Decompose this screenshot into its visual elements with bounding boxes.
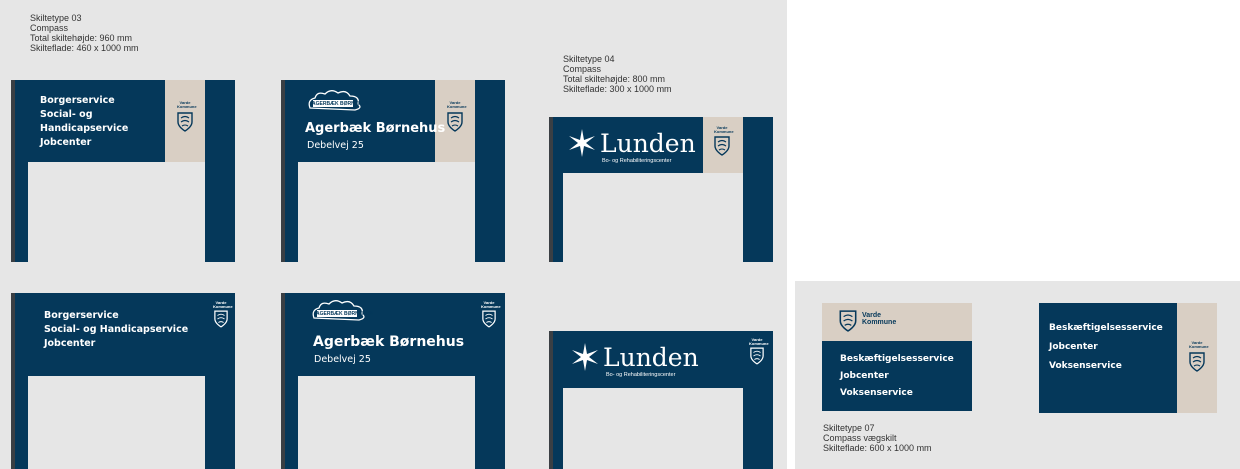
lunden-subtitle: Bo- og Rehabiliteringscenter	[606, 372, 676, 378]
varde-shield-icon	[482, 310, 496, 328]
kommune-label: Varde Kommune	[177, 100, 197, 109]
lunden-name: Lunden	[600, 129, 696, 158]
varde-shield-icon	[714, 136, 730, 156]
service-line: Borgerservice	[40, 95, 115, 106]
pole-left	[15, 376, 28, 469]
pole-right	[743, 117, 773, 262]
service-line: Social- og	[40, 109, 93, 120]
service-list: Beskæftigelsesservice Jobcenter Voksense…	[1049, 319, 1163, 376]
service-line: Jobcenter	[44, 338, 96, 349]
varde-shield-icon	[177, 112, 193, 132]
varde-shield-icon	[750, 347, 764, 365]
spec-line: Skiltetype 04	[563, 54, 615, 64]
agerbaek-logo-text: AGERBÆK BØRNEHUS	[316, 311, 373, 317]
sign-address: Debelvej 25	[307, 140, 364, 151]
service-line: Voksenservice	[1049, 361, 1122, 371]
spec-line: Skiltetype 03	[30, 13, 82, 23]
wall-signs-panel: Varde Kommune Beskæftigelsesservice Jobc…	[795, 281, 1240, 469]
service-line: Jobcenter	[1049, 342, 1098, 352]
spec-line: Compass vægskilt	[823, 433, 897, 443]
service-line: Social- og Handicapservice	[44, 324, 189, 335]
service-line: Beskæftigelsesservice	[1049, 323, 1163, 333]
pole-left	[553, 388, 563, 469]
spec-skiltetype-07: Skiltetype 07 Compass vægskilt Skiltefla…	[823, 423, 932, 453]
lunden-name: Lunden	[603, 343, 699, 372]
service-line: Jobcenter	[40, 137, 92, 148]
lunden-subtitle: Bo- og Rehabiliteringscenter	[602, 158, 672, 164]
sign-title: Agerbæk Børnehus	[313, 334, 465, 350]
service-line: Handicapservice	[40, 123, 129, 134]
spec-line: Skilteflade: 300 x 1000 mm	[563, 84, 672, 94]
spec-line: Skilteflade: 600 x 1000 mm	[823, 443, 932, 453]
varde-shield-icon	[1189, 352, 1205, 372]
service-line: Beskæftigelsesservice	[840, 354, 954, 364]
spec-line: Compass	[30, 23, 69, 33]
spec-skiltetype-03: Skiltetype 03 Compass Total skiltehøjde:…	[30, 13, 139, 53]
agerbaek-logo-text: AGERBÆK BØRNEHUS	[312, 101, 369, 107]
spec-line: Total skiltehøjde: 960 mm	[30, 33, 133, 43]
spec-skiltetype-04: Skiltetype 04 Compass Total skiltehøjde:…	[563, 54, 672, 94]
spec-line: Skiltetype 07	[823, 423, 875, 433]
sign-address: Debelvej 25	[314, 354, 371, 365]
pole-right	[475, 376, 505, 469]
service-list: Borgerservice Social- og Handicapservice…	[44, 309, 188, 351]
lunden-star-icon	[572, 343, 598, 371]
service-list: Beskæftigelsesservice Jobcenter Voksense…	[840, 351, 954, 402]
sign-title: Agerbæk Børnehus	[305, 121, 446, 136]
varde-shield-icon	[214, 310, 228, 328]
service-line: Borgerservice	[44, 310, 119, 321]
spec-line: Total skiltehøjde: 800 mm	[563, 74, 666, 84]
varde-shield-icon	[839, 310, 857, 332]
service-line: Jobcenter	[840, 371, 889, 381]
varde-shield-icon	[447, 112, 463, 132]
pole-right	[205, 376, 235, 469]
lunden-star-icon	[569, 129, 595, 157]
pole-right	[475, 80, 505, 262]
pole-right	[743, 388, 773, 469]
spec-line: Compass	[563, 64, 602, 74]
pylon-signs-panel: Skiltetype 03 Compass Total skiltehøjde:…	[0, 0, 787, 469]
service-list: Borgerservice Social- og Handicapservice…	[40, 94, 128, 150]
kommune-logo-text: Varde Kommune	[862, 312, 897, 326]
pole-left	[285, 376, 298, 469]
service-line: Voksenservice	[840, 388, 913, 398]
pole-right	[205, 80, 235, 262]
spec-line: Skilteflade: 460 x 1000 mm	[30, 43, 139, 53]
